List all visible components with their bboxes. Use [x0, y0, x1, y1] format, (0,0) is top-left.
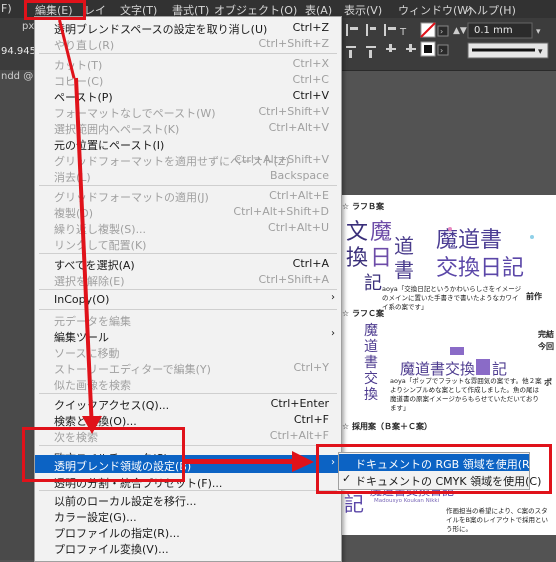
separator: [39, 53, 337, 54]
note-c: aoya「ポップでフラットな雰囲気の案です。他２案よりシンプルめな案として作成し…: [390, 377, 542, 412]
annotation-box-submenu: [316, 444, 552, 494]
svg-text:交換日記: 交換日記: [436, 256, 524, 281]
menu-item-convert-profile[interactable]: プロファイル変換(V)...: [35, 539, 341, 556]
svg-text:道: 道: [394, 234, 414, 258]
menu-item-edit-with[interactable]: 編集ツール ›: [35, 327, 341, 344]
menu-window[interactable]: ウィンドウ(W): [398, 2, 472, 18]
annotation-arrowhead-icon-2: [292, 451, 314, 472]
note-b: aoya「交換日記というかわいらしさをイメージのメインに置いた手書きで書いたよう…: [382, 285, 522, 311]
menu-item-find-similar-images[interactable]: 似た画像を検索: [35, 375, 341, 392]
menu-item-paste-into[interactable]: 選択範囲内へペースト(K) Ctrl+Alt+V: [35, 119, 341, 136]
menu-file[interactable]: F): [1, 2, 12, 15]
menu-item-quick-apply[interactable]: クイックアクセス(Q)... Ctrl+Enter: [35, 395, 341, 412]
chevron-right-icon: ›: [331, 292, 335, 303]
menu-view[interactable]: 表示(V): [344, 2, 382, 18]
svg-text:魔: 魔: [370, 220, 392, 245]
menu-item-incopy[interactable]: InCopy(O) ›: [35, 291, 341, 307]
annotation-box-menu-items: [22, 427, 185, 482]
menu-item-migrate-settings[interactable]: 以前のローカル設定を移行...: [35, 491, 341, 508]
svg-text:魔道書交換: 魔道書交換: [400, 360, 475, 378]
align-icons[interactable]: T: [346, 24, 416, 58]
annotation-box-edit-menu: [24, 0, 86, 20]
separator: [39, 185, 337, 186]
menu-item-paste[interactable]: ペースト(P) Ctrl+V: [35, 87, 341, 104]
svg-text:記: 記: [364, 273, 382, 293]
menu-item-edit-original[interactable]: 元データを編集: [35, 311, 341, 328]
chevron-right-icon: ›: [331, 328, 335, 339]
svg-text:▾: ▾: [536, 27, 541, 37]
svg-text:魔道書: 魔道書: [436, 228, 502, 253]
svg-text:▾: ▾: [538, 47, 543, 57]
section-bc-label: ☆ 採用案（Ｂ案＋Ｃ案）: [342, 422, 432, 431]
fill-swatch-icon[interactable]: ›: [420, 22, 449, 38]
svg-text:›: ›: [440, 27, 443, 36]
separator: [39, 393, 337, 394]
annotation-arrow-line-2: [185, 459, 295, 464]
menu-item-color-settings[interactable]: カラー設定(G)...: [35, 507, 341, 524]
section-c-label: ☆ ラフＣ案: [342, 309, 384, 318]
side-text-4: ポ: [544, 378, 552, 387]
svg-text:書: 書: [364, 355, 378, 371]
unit-label: px: [22, 21, 35, 32]
svg-text:魔: 魔: [364, 323, 378, 339]
svg-text:日: 日: [370, 246, 392, 271]
section-b-label: ☆ ラフＢ案: [342, 202, 384, 211]
svg-text:換: 換: [364, 387, 378, 403]
note-final: 作画担当の希望により、C案のスタイルをB案のレイアウトで採用という形に。: [446, 507, 548, 533]
menu-item-select-all[interactable]: すべてを選択(A) Ctrl+A: [35, 255, 341, 272]
svg-text:▲▼: ▲▼: [453, 26, 467, 36]
side-text-1: 前作: [526, 292, 542, 301]
stroke-weight-field[interactable]: 0.1 mm: [474, 25, 513, 36]
side-text-2: 完結: [538, 330, 554, 339]
menu-item-deselect-all[interactable]: 選択を解除(E) Ctrl+Shift+A: [35, 271, 341, 288]
final-subtitle: Madousyo Koukan Nikki: [374, 498, 440, 504]
svg-text:交: 交: [364, 370, 378, 387]
svg-text:T: T: [399, 27, 407, 38]
x-position-readout: 94.945: [1, 46, 36, 57]
svg-text:換: 換: [346, 246, 368, 271]
menu-item-undo[interactable]: 透明ブレンドスペースの設定を取り消し(U) Ctrl+Z: [35, 19, 341, 36]
menu-item-paste-unformatted[interactable]: フォーマットなしでペースト(W) Ctrl+Shift+V: [35, 103, 341, 120]
menu-item-assign-profiles[interactable]: プロファイルの指定(R)...: [35, 523, 341, 540]
side-text-3: 今回: [538, 342, 554, 351]
menu-item-story-editor[interactable]: ストーリーエディターで編集(Y) Ctrl+Y: [35, 359, 341, 376]
menu-help[interactable]: ヘルプ(H): [466, 2, 516, 18]
stroke-swatch-icon[interactable]: ›: [420, 41, 449, 57]
stroke-weight-stepper[interactable]: ▲▼: [453, 26, 467, 36]
menu-item-go-to-source[interactable]: ソースに移動: [35, 343, 341, 360]
svg-text:記: 記: [492, 360, 507, 378]
menu-item-cut[interactable]: カット(T) Ctrl+X: [35, 55, 341, 72]
document-tab-strip: ndd @ 4: [0, 70, 43, 560]
menu-item-copy[interactable]: コピー(C) Ctrl+C: [35, 71, 341, 88]
svg-text:書: 書: [394, 258, 414, 282]
svg-text:›: ›: [440, 46, 443, 55]
svg-text:文: 文: [346, 220, 368, 245]
svg-text:道: 道: [364, 339, 378, 355]
menu-item-redo[interactable]: やり直し(R) Ctrl+Shift+Z: [35, 35, 341, 52]
logo-art-b: 文 換 魔 日 道 書 記 魔道書 交換日記: [346, 220, 534, 293]
svg-text:記: 記: [344, 492, 364, 516]
